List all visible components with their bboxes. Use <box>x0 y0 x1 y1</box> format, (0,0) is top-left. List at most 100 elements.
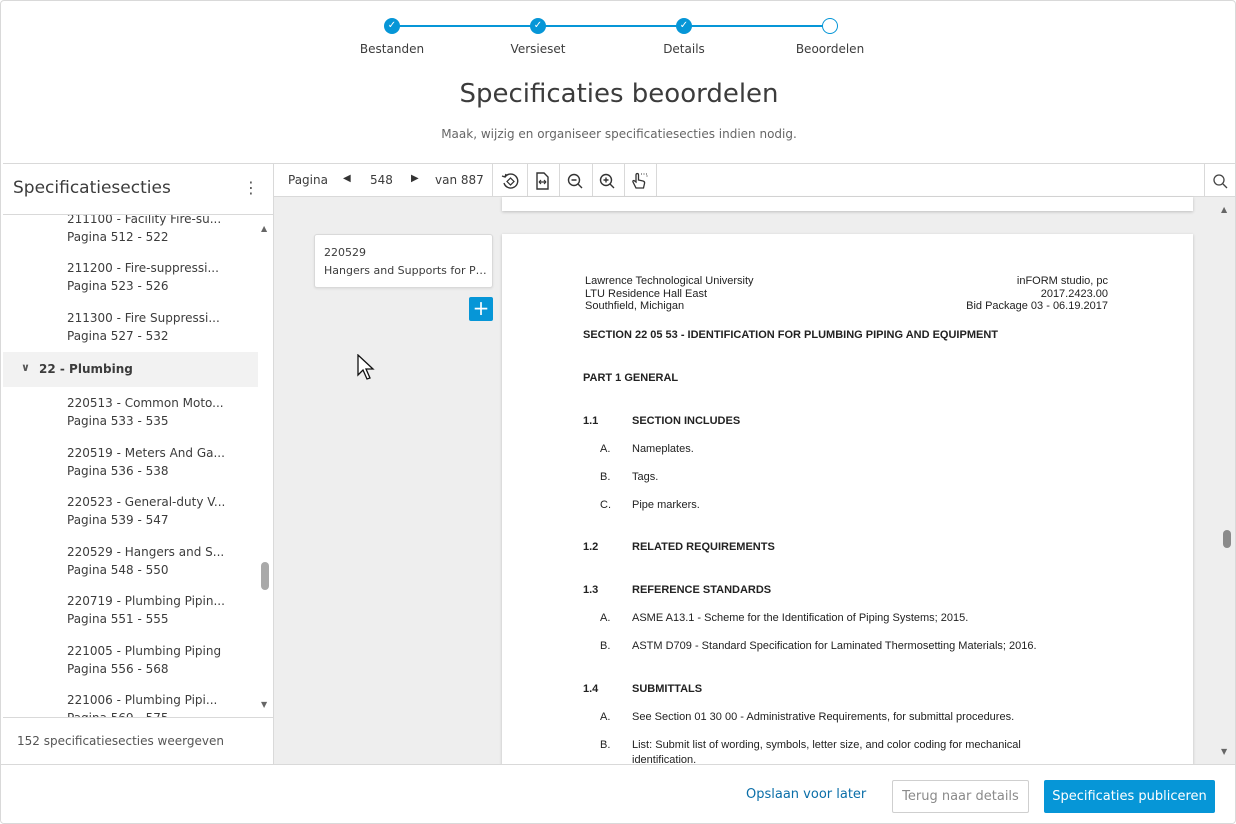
doc-item-text: List: Submit list of wording, symbols, l… <box>632 739 1021 751</box>
step-connector <box>683 25 829 27</box>
back-to-details-button[interactable]: Terug naar details <box>892 780 1029 813</box>
document-viewer: Pagina ◀ 548 ▶ van 887 220529 Hangers an… <box>274 163 1235 765</box>
more-menu-icon[interactable]: ⋮ <box>243 178 259 197</box>
step-check-icon: ✓ <box>676 18 692 34</box>
doc-item-letter: C. <box>600 499 611 511</box>
mouse-pointer-icon <box>357 353 377 386</box>
list-item[interactable]: 211100 - Facility Fire-su... Pagina 512 … <box>67 215 237 246</box>
section-pages: Pagina 548 - 550 <box>67 563 169 577</box>
zoom-in-icon[interactable] <box>596 170 618 192</box>
scroll-up-icon[interactable]: ▲ <box>1221 205 1227 214</box>
list-item[interactable]: 220529 - Hangers and S... Pagina 548 - 5… <box>67 543 237 579</box>
page-label: Pagina <box>288 173 328 187</box>
section-pages: Pagina 527 - 532 <box>67 329 169 343</box>
sidebar-footer: 152 specificatiesecties weergeven <box>3 717 273 765</box>
section-pages: Pagina 556 - 568 <box>67 662 169 676</box>
zoom-out-icon[interactable] <box>564 170 586 192</box>
prev-page-icon[interactable]: ◀ <box>343 173 351 184</box>
viewer-toolbar: Pagina ◀ 548 ▶ van 887 <box>274 164 1235 197</box>
divider <box>592 164 593 197</box>
divider <box>656 164 657 197</box>
bookmark-title: Hangers and Supports for Plumbing Piping… <box>324 264 488 277</box>
doc-clause-title: SUBMITTALS <box>632 683 703 695</box>
next-page-icon[interactable]: ▶ <box>411 173 419 184</box>
section-name: 220519 - Meters And Ga... <box>67 446 225 460</box>
sidebar-scrollbar-thumb[interactable] <box>261 562 269 590</box>
section-pages: Pagina 523 - 526 <box>67 279 169 293</box>
doc-header-line: Lawrence Technological University <box>585 275 754 287</box>
section-list[interactable]: 211100 - Facility Fire-su... Pagina 512 … <box>3 215 273 717</box>
pan-hand-icon[interactable] <box>628 170 650 192</box>
list-item[interactable]: 220513 - Common Moto... Pagina 533 - 535 <box>67 394 237 430</box>
list-item[interactable]: 211200 - Fire-suppressi... Pagina 523 - … <box>67 259 237 295</box>
doc-item-letter: B. <box>600 471 611 483</box>
list-item[interactable]: 220519 - Meters And Ga... Pagina 536 - 5… <box>67 444 237 480</box>
divider <box>559 164 560 197</box>
doc-item-letter: A. <box>600 711 611 723</box>
doc-header-right: inFORM studio, pc 2017.2423.00 Bid Packa… <box>932 275 1108 313</box>
list-item[interactable]: 211300 - Fire Suppressi... Pagina 527 - … <box>67 309 237 345</box>
page-subtitle: Maak, wijzig en organiseer specificaties… <box>441 127 797 141</box>
document-page: Lawrence Technological University LTU Re… <box>502 234 1193 765</box>
section-bookmark-card[interactable]: 220529 Hangers and Supports for Plumbing… <box>314 234 493 288</box>
chevron-down-icon[interactable]: ∨ <box>21 361 30 374</box>
section-pages: Pagina 512 - 522 <box>67 230 169 244</box>
search-icon[interactable] <box>1209 170 1231 192</box>
viewer-scrollbar-thumb[interactable] <box>1223 530 1231 548</box>
sidebar-title: Specificatiesecties <box>13 178 171 198</box>
save-for-later-button[interactable]: Opslaan voor later <box>746 787 866 802</box>
doc-item-text: ASME A13.1 - Scheme for the Identificati… <box>632 612 969 624</box>
doc-item-text: Nameplates. <box>632 443 694 455</box>
group-label: 22 - Plumbing <box>39 362 133 376</box>
section-name: 211100 - Facility Fire-su... <box>67 215 222 226</box>
add-section-button[interactable]: + <box>469 297 493 321</box>
page-number-input[interactable]: 548 <box>370 173 393 187</box>
section-name: 220523 - General-duty V... <box>67 495 226 509</box>
doc-item-text: Tags. <box>632 471 659 483</box>
section-pages: Pagina 539 - 547 <box>67 513 169 527</box>
doc-item-letter: B. <box>600 640 611 652</box>
step-check-icon: ✓ <box>384 18 400 34</box>
publish-specifications-button[interactable]: Specificaties publiceren <box>1044 780 1215 813</box>
list-item[interactable]: 221006 - Plumbing Pipi... Pagina 569 - 5… <box>67 691 237 717</box>
section-name: 211200 - Fire-suppressi... <box>67 261 219 275</box>
step-label-versieset: Versieset <box>510 42 566 56</box>
section-name: 211300 - Fire Suppressi... <box>67 311 220 325</box>
section-pages: Pagina 533 - 535 <box>67 414 169 428</box>
doc-item-text: Pipe markers. <box>632 499 700 511</box>
fit-width-icon[interactable] <box>531 170 553 192</box>
doc-header-line: Bid Package 03 - 06.19.2017 <box>966 300 1108 312</box>
bookmark-code: 220529 <box>324 246 366 259</box>
section-name: 221005 - Plumbing Piping <box>67 644 222 658</box>
section-name: 220529 - Hangers and S... <box>67 545 225 559</box>
divider <box>527 164 528 197</box>
sections-sidebar: Specificatiesecties ⋮ 211100 - Facility … <box>3 163 274 764</box>
section-name: 220719 - Plumbing Pipin... <box>67 594 225 608</box>
step-label-details: Details <box>663 42 705 56</box>
sidebar-header: Specificatiesecties ⋮ <box>3 164 273 215</box>
rotate-icon[interactable] <box>499 170 521 192</box>
divider <box>624 164 625 197</box>
doc-clause-number: 1.4 <box>583 683 599 695</box>
doc-item-letter: A. <box>600 612 611 624</box>
scroll-down-icon[interactable]: ▼ <box>261 700 267 709</box>
doc-item-text: ASTM D709 - Standard Specification for L… <box>632 640 1037 652</box>
step-label-beoordelen: Beoordelen <box>795 42 865 56</box>
step-label-bestanden: Bestanden <box>359 42 425 56</box>
step-connector <box>537 25 683 27</box>
scroll-down-icon[interactable]: ▼ <box>1221 747 1227 756</box>
group-row-plumbing[interactable]: ∨ 22 - Plumbing <box>3 352 258 387</box>
dialog: ✓ ✓ ✓ Bestanden Versieset Details Beoord… <box>0 0 1236 824</box>
list-item[interactable]: 220523 - General-duty V... Pagina 539 - … <box>67 493 237 529</box>
doc-clause-title: SECTION INCLUDES <box>632 415 741 427</box>
divider <box>492 164 493 197</box>
doc-header-left: Lawrence Technological University LTU Re… <box>585 275 754 313</box>
list-item[interactable]: 221005 - Plumbing Piping Pagina 556 - 56… <box>67 642 237 678</box>
doc-clause-number: 1.3 <box>583 584 599 596</box>
progress-stepper: ✓ ✓ ✓ Bestanden Versieset Details Beoord… <box>341 15 901 59</box>
doc-part-heading: PART 1 GENERAL <box>583 372 679 384</box>
list-item[interactable]: 220719 - Plumbing Pipin... Pagina 551 - … <box>67 592 237 628</box>
doc-item-letter: A. <box>600 443 611 455</box>
divider <box>1204 164 1205 197</box>
scroll-up-icon[interactable]: ▲ <box>261 224 267 233</box>
